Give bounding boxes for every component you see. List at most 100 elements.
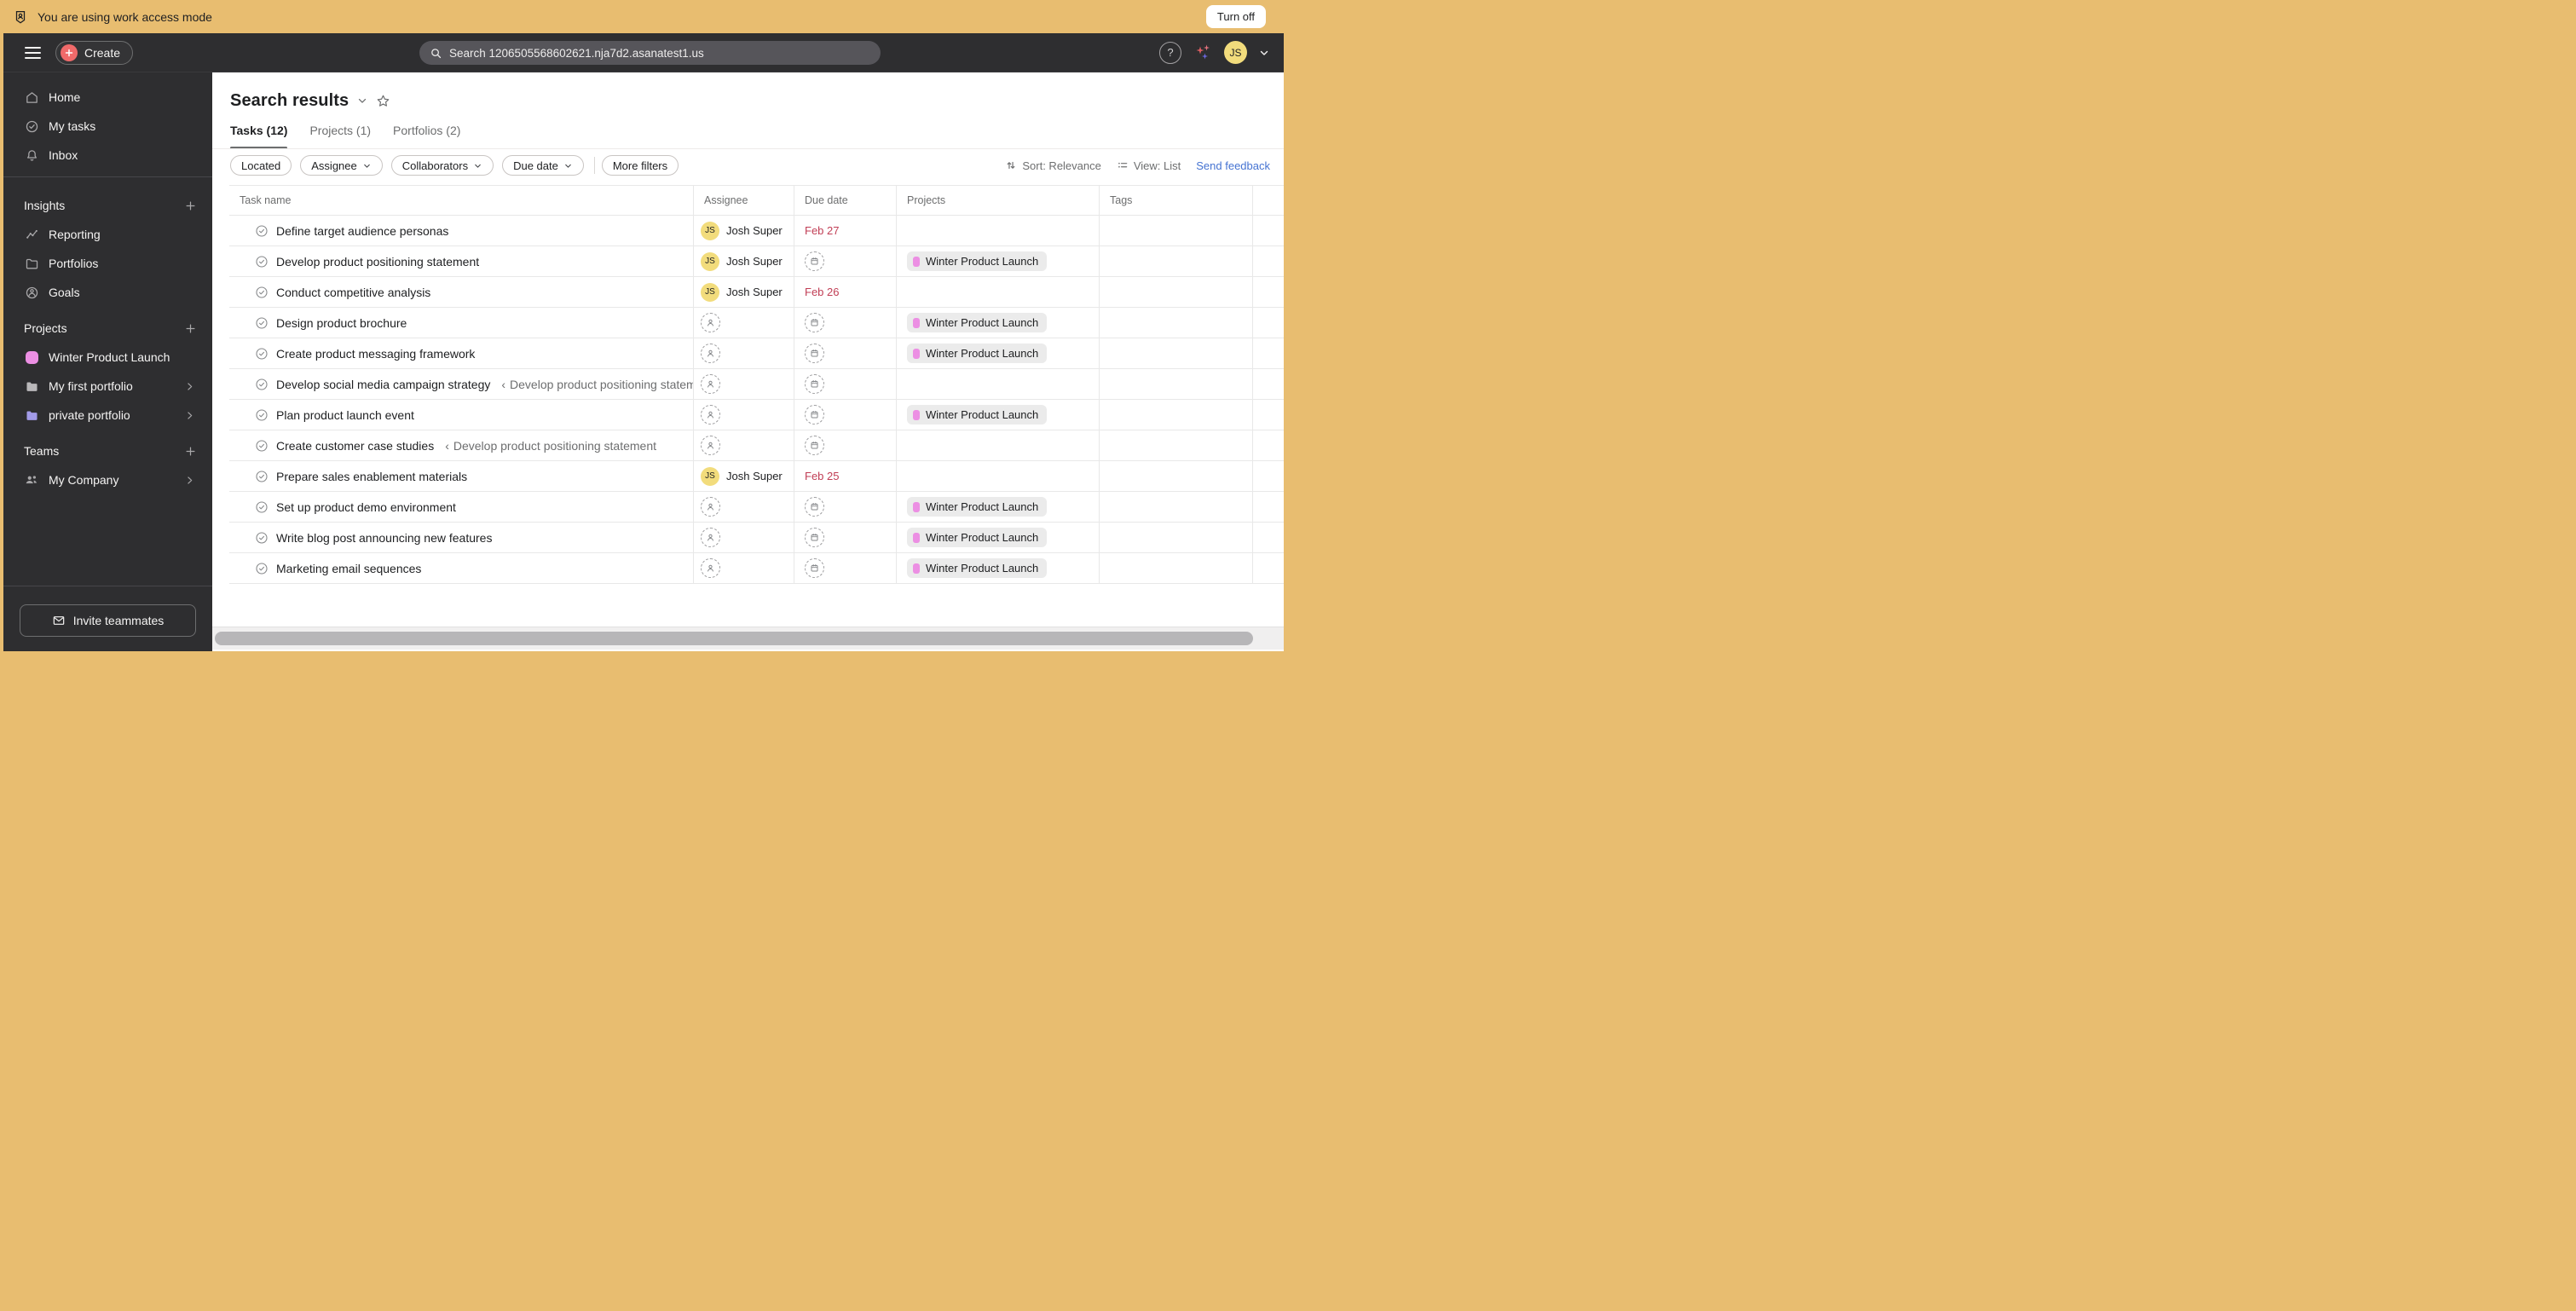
task-check-icon[interactable]	[255, 224, 269, 238]
assignee-cell[interactable]: JS Josh Super	[694, 277, 794, 307]
task-name[interactable]: Prepare sales enablement materials	[276, 470, 467, 483]
table-row[interactable]: Develop social media campaign strategy ‹ D…	[229, 369, 1284, 400]
assignee-cell[interactable]	[694, 369, 794, 399]
task-check-icon[interactable]	[255, 347, 269, 361]
empty-due-date-icon[interactable]	[805, 436, 824, 455]
table-row[interactable]: Design product brochure Winter Product L…	[229, 308, 1284, 338]
project-chip[interactable]: Winter Product Launch	[907, 344, 1048, 363]
sparkles-ai-icon[interactable]	[1193, 43, 1213, 63]
assignee-cell[interactable]: JS Josh Super	[694, 461, 794, 491]
filter-more[interactable]: More filters	[601, 155, 679, 176]
chevron-right-icon[interactable]	[184, 410, 195, 421]
tags-cell[interactable]	[1100, 246, 1253, 276]
account-chevron-down-icon[interactable]	[1258, 47, 1270, 59]
projects-cell[interactable]	[897, 369, 1100, 399]
table-row[interactable]: Prepare sales enablement materials JS Jos…	[229, 461, 1284, 492]
project-chip[interactable]: Winter Product Launch	[907, 313, 1048, 332]
assignee-cell[interactable]	[694, 492, 794, 522]
table-row[interactable]: Create product messaging framework Winte…	[229, 338, 1284, 369]
create-button[interactable]: Create	[55, 40, 134, 65]
table-row[interactable]: Define target audience personas JS Josh S…	[229, 216, 1284, 246]
search-input[interactable]	[449, 46, 870, 60]
assignee-cell[interactable]	[694, 400, 794, 430]
task-name[interactable]: Plan product launch event	[276, 408, 414, 422]
empty-assignee-icon[interactable]	[701, 313, 720, 332]
projects-cell[interactable]: Winter Product Launch	[897, 400, 1100, 430]
empty-assignee-icon[interactable]	[701, 558, 720, 578]
task-check-icon[interactable]	[255, 378, 269, 391]
due-date-cell[interactable]	[794, 553, 897, 583]
projects-cell[interactable]: Winter Product Launch	[897, 523, 1100, 552]
project-chip[interactable]: Winter Product Launch	[907, 405, 1048, 424]
search-bar[interactable]	[419, 41, 881, 65]
task-check-icon[interactable]	[255, 408, 269, 422]
table-row[interactable]: Develop product positioning statement JS…	[229, 246, 1284, 277]
table-row[interactable]: Set up product demo environment Winter P…	[229, 492, 1284, 523]
tags-cell[interactable]	[1100, 492, 1253, 522]
add-team-icon[interactable]	[184, 445, 197, 458]
assignee-cell[interactable]	[694, 338, 794, 368]
task-name[interactable]: Create customer case studies	[276, 439, 434, 453]
title-chevron-down-icon[interactable]	[356, 95, 368, 107]
sidebar-item-reporting[interactable]: Reporting	[3, 220, 212, 249]
add-insights-icon[interactable]	[184, 199, 197, 212]
empty-assignee-icon[interactable]	[701, 405, 720, 424]
horizontal-scrollbar-track[interactable]	[212, 627, 1284, 650]
due-date-cell[interactable]	[794, 246, 897, 276]
filter-assignee[interactable]: Assignee	[300, 155, 383, 176]
projects-cell[interactable]: Winter Product Launch	[897, 553, 1100, 583]
table-row[interactable]: Conduct competitive analysis JS Josh Supe…	[229, 277, 1284, 308]
task-name[interactable]: Write blog post announcing new features	[276, 531, 492, 545]
task-check-icon[interactable]	[255, 439, 269, 453]
star-favorite-icon[interactable]	[376, 94, 390, 108]
table-row[interactable]: Write blog post announcing new features …	[229, 523, 1284, 553]
task-name[interactable]: Develop product positioning statement	[276, 255, 479, 269]
column-header-due-date[interactable]: Due date	[794, 186, 897, 215]
view-control[interactable]: View: List	[1117, 159, 1181, 172]
projects-cell[interactable]	[897, 277, 1100, 307]
due-date-cell[interactable]: Feb 26	[794, 277, 897, 307]
due-date-cell[interactable]	[794, 523, 897, 552]
task-name[interactable]: Marketing email sequences	[276, 562, 421, 575]
sidebar-item-private-portfolio[interactable]: private portfolio	[3, 401, 212, 430]
task-check-icon[interactable]	[255, 255, 269, 269]
chevron-right-icon[interactable]	[184, 475, 195, 486]
project-chip[interactable]: Winter Product Launch	[907, 497, 1048, 517]
projects-cell[interactable]	[897, 216, 1100, 245]
task-name[interactable]: Define target audience personas	[276, 224, 448, 238]
table-row[interactable]: Plan product launch event Winter Product…	[229, 400, 1284, 430]
projects-cell[interactable]: Winter Product Launch	[897, 246, 1100, 276]
column-header-assignee[interactable]: Assignee	[694, 186, 794, 215]
projects-cell[interactable]: Winter Product Launch	[897, 492, 1100, 522]
empty-due-date-icon[interactable]	[805, 251, 824, 271]
sort-control[interactable]: Sort: Relevance	[1005, 159, 1101, 172]
task-name[interactable]: Create product messaging framework	[276, 347, 475, 361]
tags-cell[interactable]	[1100, 461, 1253, 491]
empty-assignee-icon[interactable]	[701, 528, 720, 547]
table-row[interactable]: Marketing email sequences Winter Product…	[229, 553, 1284, 584]
due-date-cell[interactable]	[794, 430, 897, 460]
due-date-cell[interactable]	[794, 308, 897, 338]
empty-due-date-icon[interactable]	[805, 497, 824, 517]
sidebar-item-portfolios[interactable]: Portfolios	[3, 249, 212, 278]
empty-due-date-icon[interactable]	[805, 405, 824, 424]
sidebar-item-winter-product-launch[interactable]: Winter Product Launch	[3, 343, 212, 372]
tags-cell[interactable]	[1100, 430, 1253, 460]
due-date-cell[interactable]	[794, 338, 897, 368]
parent-task-name[interactable]: Develop product positioning statement	[453, 439, 656, 453]
filter-located[interactable]: Located	[230, 155, 292, 176]
sidebar-item-my-tasks[interactable]: My tasks	[3, 112, 212, 141]
empty-due-date-icon[interactable]	[805, 528, 824, 547]
help-button[interactable]: ?	[1159, 41, 1181, 64]
assignee-cell[interactable]	[694, 308, 794, 338]
due-date-cell[interactable]	[794, 369, 897, 399]
empty-assignee-icon[interactable]	[701, 436, 720, 455]
tags-cell[interactable]	[1100, 553, 1253, 583]
invite-teammates-button[interactable]: Invite teammates	[20, 604, 196, 637]
projects-cell[interactable]	[897, 430, 1100, 460]
empty-assignee-icon[interactable]	[701, 497, 720, 517]
tags-cell[interactable]	[1100, 308, 1253, 338]
tags-cell[interactable]	[1100, 277, 1253, 307]
tags-cell[interactable]	[1100, 523, 1253, 552]
tags-cell[interactable]	[1100, 400, 1253, 430]
